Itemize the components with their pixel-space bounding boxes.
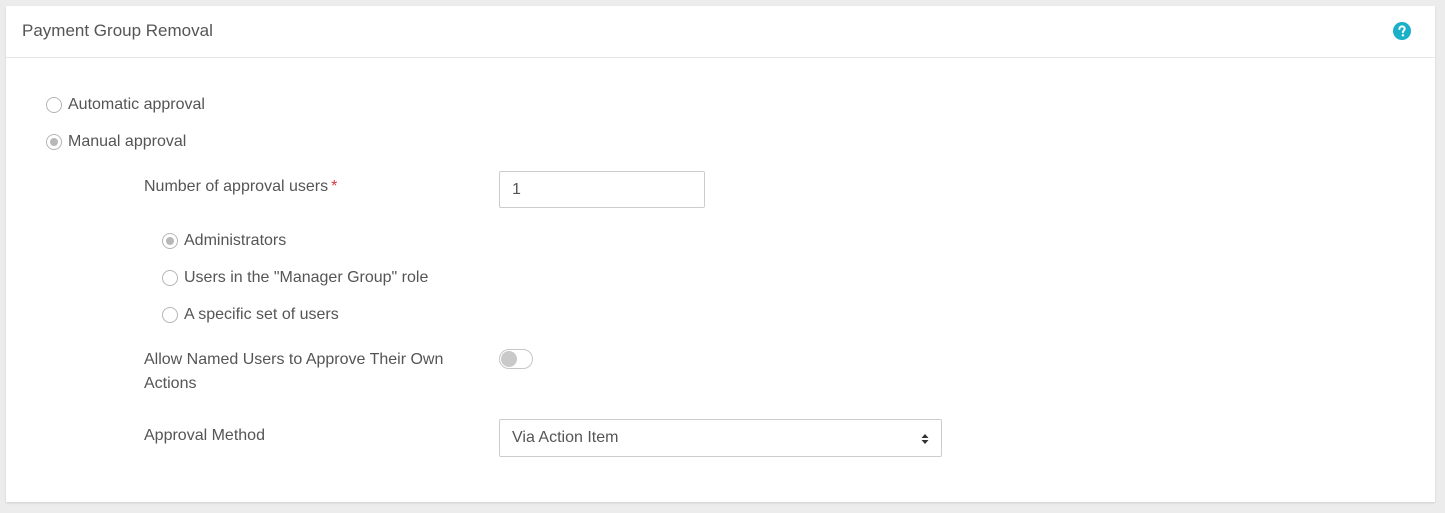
automatic-approval-radio[interactable] <box>46 97 62 113</box>
manager-group-label: Users in the "Manager Group" role <box>184 269 429 286</box>
self-approve-toggle[interactable] <box>499 349 533 369</box>
approval-users-input[interactable] <box>499 171 705 208</box>
administrators-label: Administrators <box>184 232 287 249</box>
automatic-approval-label: Automatic approval <box>68 96 205 113</box>
automatic-approval-option[interactable]: Automatic approval <box>46 96 205 114</box>
sort-arrows-icon <box>921 434 929 444</box>
approval-users-label: Number of approval users * <box>144 175 337 199</box>
manual-approval-label: Manual approval <box>68 133 187 150</box>
specific-users-radio[interactable] <box>162 307 178 323</box>
manual-approval-radio[interactable] <box>46 134 62 150</box>
approval-method-select[interactable]: Via Action Item <box>499 419 942 457</box>
required-marker: * <box>331 178 338 195</box>
manager-group-option[interactable]: Users in the "Manager Group" role <box>162 269 428 287</box>
approval-users-label-text: Number of approval users <box>144 178 329 195</box>
specific-users-option[interactable]: A specific set of users <box>162 306 339 324</box>
manual-approval-option[interactable]: Manual approval <box>46 133 186 151</box>
approval-method-label: Approval Method <box>144 427 265 444</box>
approval-method-value: Via Action Item <box>512 429 619 446</box>
toggle-knob <box>501 351 517 367</box>
self-approve-label: Allow Named Users to Approve Their Own A… <box>144 351 444 392</box>
question-circle-icon[interactable] <box>1393 22 1411 40</box>
panel-header: Payment Group Removal <box>6 6 1435 58</box>
administrators-option[interactable]: Administrators <box>162 232 286 250</box>
panel-title: Payment Group Removal <box>22 21 213 40</box>
specific-users-label: A specific set of users <box>184 306 339 323</box>
manager-group-radio[interactable] <box>162 270 178 286</box>
administrators-radio[interactable] <box>162 233 178 249</box>
